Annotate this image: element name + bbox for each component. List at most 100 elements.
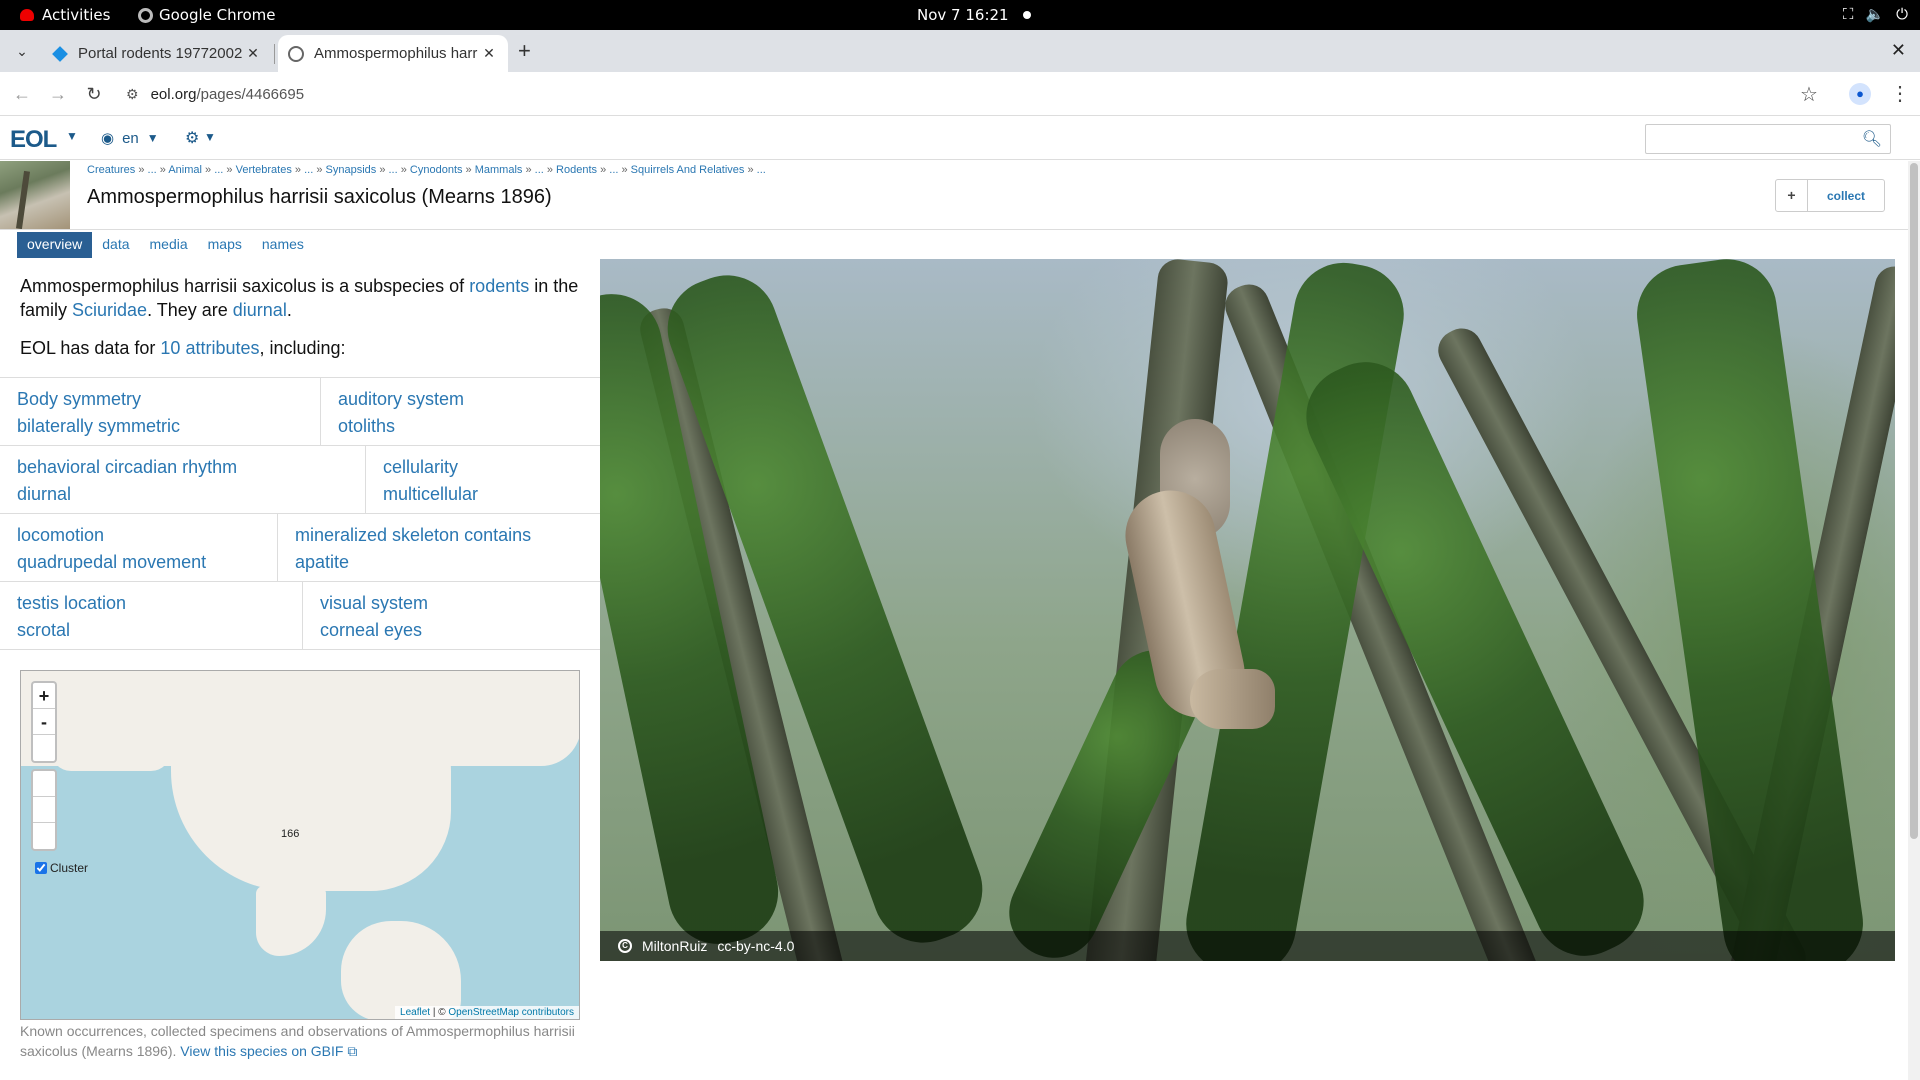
breadcrumb-item[interactable]: Animal: [168, 164, 202, 176]
trait-value[interactable]: quadrupedal movement: [17, 549, 277, 576]
map-tool-button[interactable]: [33, 735, 55, 761]
map-tool-button[interactable]: [33, 797, 55, 823]
system-tray[interactable]: ⛶ 🔈 ⏻: [1843, 5, 1908, 23]
trait-cell[interactable]: locomotion quadrupedal movement: [0, 514, 277, 582]
breadcrumb-item[interactable]: Mammals: [475, 164, 523, 176]
trait-value[interactable]: corneal eyes: [320, 617, 600, 644]
trait-cell[interactable]: mineralized skeleton contains apatite: [277, 514, 600, 582]
tab-maps[interactable]: maps: [198, 232, 252, 258]
breadcrumb-item[interactable]: Squirrels And Relatives: [631, 164, 745, 176]
language-selector[interactable]: ◉ en ▼: [101, 129, 159, 148]
window-close-icon[interactable]: ✕: [1891, 40, 1906, 61]
attributes-link[interactable]: 10 attributes: [160, 338, 259, 358]
breadcrumb-separator: »: [376, 164, 389, 176]
trait-cell[interactable]: auditory system otoliths: [320, 378, 600, 446]
search-input[interactable]: [1646, 125, 1856, 153]
tab-ammospermophilus[interactable]: Ammospermophilus harr ✕: [278, 35, 508, 72]
trait-name[interactable]: Body symmetry: [17, 386, 320, 413]
chrome-menu-icon[interactable]: ⋮: [1890, 81, 1910, 106]
search-icon[interactable]: 🔍︎: [1862, 129, 1882, 149]
trait-name[interactable]: auditory system: [338, 386, 600, 413]
trait-value[interactable]: scrotal: [17, 617, 302, 644]
reload-icon[interactable]: ↻: [82, 82, 106, 106]
activities-button[interactable]: Activities: [20, 6, 110, 24]
system-top-bar: Activities Google Chrome Nov 7 16:21 ⛶ 🔈…: [0, 0, 1920, 30]
breadcrumb-separator: »: [744, 164, 757, 176]
breadcrumb-separator: »: [223, 164, 236, 176]
app-menu[interactable]: Google Chrome: [138, 6, 276, 24]
leaflet-link[interactable]: Leaflet: [400, 1007, 430, 1018]
gbif-link[interactable]: View this species on GBIF ⧉: [180, 1043, 357, 1059]
chevron-down-icon[interactable]: ▼: [66, 129, 78, 143]
zoom-in-button[interactable]: +: [33, 683, 55, 709]
tab-data[interactable]: data: [92, 232, 139, 258]
url-text[interactable]: eol.org/pages/4466695: [151, 86, 304, 103]
profile-avatar-icon[interactable]: ●: [1849, 83, 1871, 105]
breadcrumb-item[interactable]: Creatures: [87, 164, 135, 176]
breadcrumb-separator: »: [135, 164, 148, 176]
trait-value[interactable]: otoliths: [338, 413, 600, 440]
chevron-down-icon[interactable]: ▼: [204, 130, 216, 144]
chevron-down-icon: ▼: [146, 131, 159, 145]
browser-toolbar: ← → ↻ ⚙ eol.org/pages/4466695 ☆ ● ⋮: [0, 72, 1920, 116]
trait-name[interactable]: visual system: [320, 590, 600, 617]
trait-name[interactable]: behavioral circadian rhythm: [17, 454, 365, 481]
breadcrumb-item[interactable]: Vertebrates: [236, 164, 292, 176]
tab-names[interactable]: names: [252, 232, 314, 258]
trait-name[interactable]: locomotion: [17, 522, 277, 549]
breadcrumb-item[interactable]: Synapsids: [326, 164, 377, 176]
cluster-checkbox[interactable]: [35, 862, 47, 874]
trait-name[interactable]: mineralized skeleton contains: [295, 522, 600, 549]
page-subnav: overview data media maps names: [17, 232, 314, 258]
trait-value[interactable]: apatite: [295, 549, 600, 576]
map-tool-stack: [31, 769, 57, 851]
trait-cell[interactable]: behavioral circadian rhythm diurnal: [0, 446, 365, 514]
eol-logo[interactable]: EOL: [10, 126, 57, 154]
sciuridae-link[interactable]: Sciuridae: [72, 300, 147, 320]
tab-media[interactable]: media: [140, 232, 198, 258]
trait-cell[interactable]: cellularity multicellular: [365, 446, 600, 514]
tab-overview[interactable]: overview: [17, 232, 93, 258]
scrollbar-thumb[interactable]: [1910, 163, 1918, 839]
address-bar[interactable]: ⚙ eol.org/pages/4466695: [126, 78, 1826, 110]
osm-link[interactable]: OpenStreetMap contributors: [448, 1007, 574, 1018]
gear-icon[interactable]: ⚙: [185, 128, 199, 148]
bookmark-star-icon[interactable]: ☆: [1800, 82, 1818, 107]
collect-button[interactable]: + collect: [1775, 179, 1885, 212]
trait-value[interactable]: multicellular: [383, 481, 600, 508]
species-thumbnail[interactable]: [0, 161, 70, 229]
trait-cell[interactable]: Body symmetry bilaterally symmetric: [0, 378, 320, 446]
activities-label: Activities: [42, 6, 111, 24]
trait-value[interactable]: bilaterally symmetric: [17, 413, 320, 440]
tab-portal-rodents[interactable]: Portal rodents 19772002 ✕: [42, 35, 272, 72]
map-tool-button[interactable]: [33, 823, 55, 849]
tab-close-icon[interactable]: ✕: [244, 45, 262, 62]
tab-search-chevron-icon[interactable]: ⌄: [10, 39, 34, 63]
trait-value[interactable]: diurnal: [17, 481, 365, 508]
trait-cell[interactable]: testis location scrotal: [0, 582, 302, 650]
squirrel-head: [1190, 669, 1275, 729]
cluster-toggle[interactable]: Cluster: [35, 861, 88, 875]
tab-close-icon[interactable]: ✕: [480, 45, 498, 62]
rodents-link[interactable]: rodents: [469, 276, 529, 296]
zoom-out-button[interactable]: -: [33, 709, 55, 735]
page-scrollbar[interactable]: [1908, 161, 1920, 1080]
new-tab-plus-icon[interactable]: +: [518, 39, 531, 63]
trait-name[interactable]: testis location: [17, 590, 302, 617]
breadcrumb-separator: »: [397, 164, 410, 176]
occurrence-map[interactable]: + - 166 Cluster Leaflet | © OpenStreetMa…: [20, 670, 580, 1020]
trait-name[interactable]: cellularity: [383, 454, 600, 481]
tab-strip: ⌄ Portal rodents 19772002 ✕ Ammospermoph…: [0, 30, 1920, 72]
cluster-count[interactable]: 166: [281, 828, 299, 840]
forward-arrow-icon[interactable]: →: [46, 82, 70, 106]
site-info-icon[interactable]: ⚙: [126, 86, 139, 103]
species-photo[interactable]: [600, 259, 1895, 961]
diurnal-link[interactable]: diurnal: [233, 300, 287, 320]
clock[interactable]: Nov 7 16:21: [917, 6, 1009, 24]
map-attribution: Leaflet | © OpenStreetMap contributors: [395, 1006, 579, 1019]
breadcrumb-item[interactable]: Rodents: [556, 164, 597, 176]
back-arrow-icon[interactable]: ←: [10, 82, 34, 106]
breadcrumb-item[interactable]: Cynodonts: [410, 164, 463, 176]
map-tool-button[interactable]: [33, 771, 55, 797]
trait-cell[interactable]: visual system corneal eyes: [302, 582, 600, 650]
